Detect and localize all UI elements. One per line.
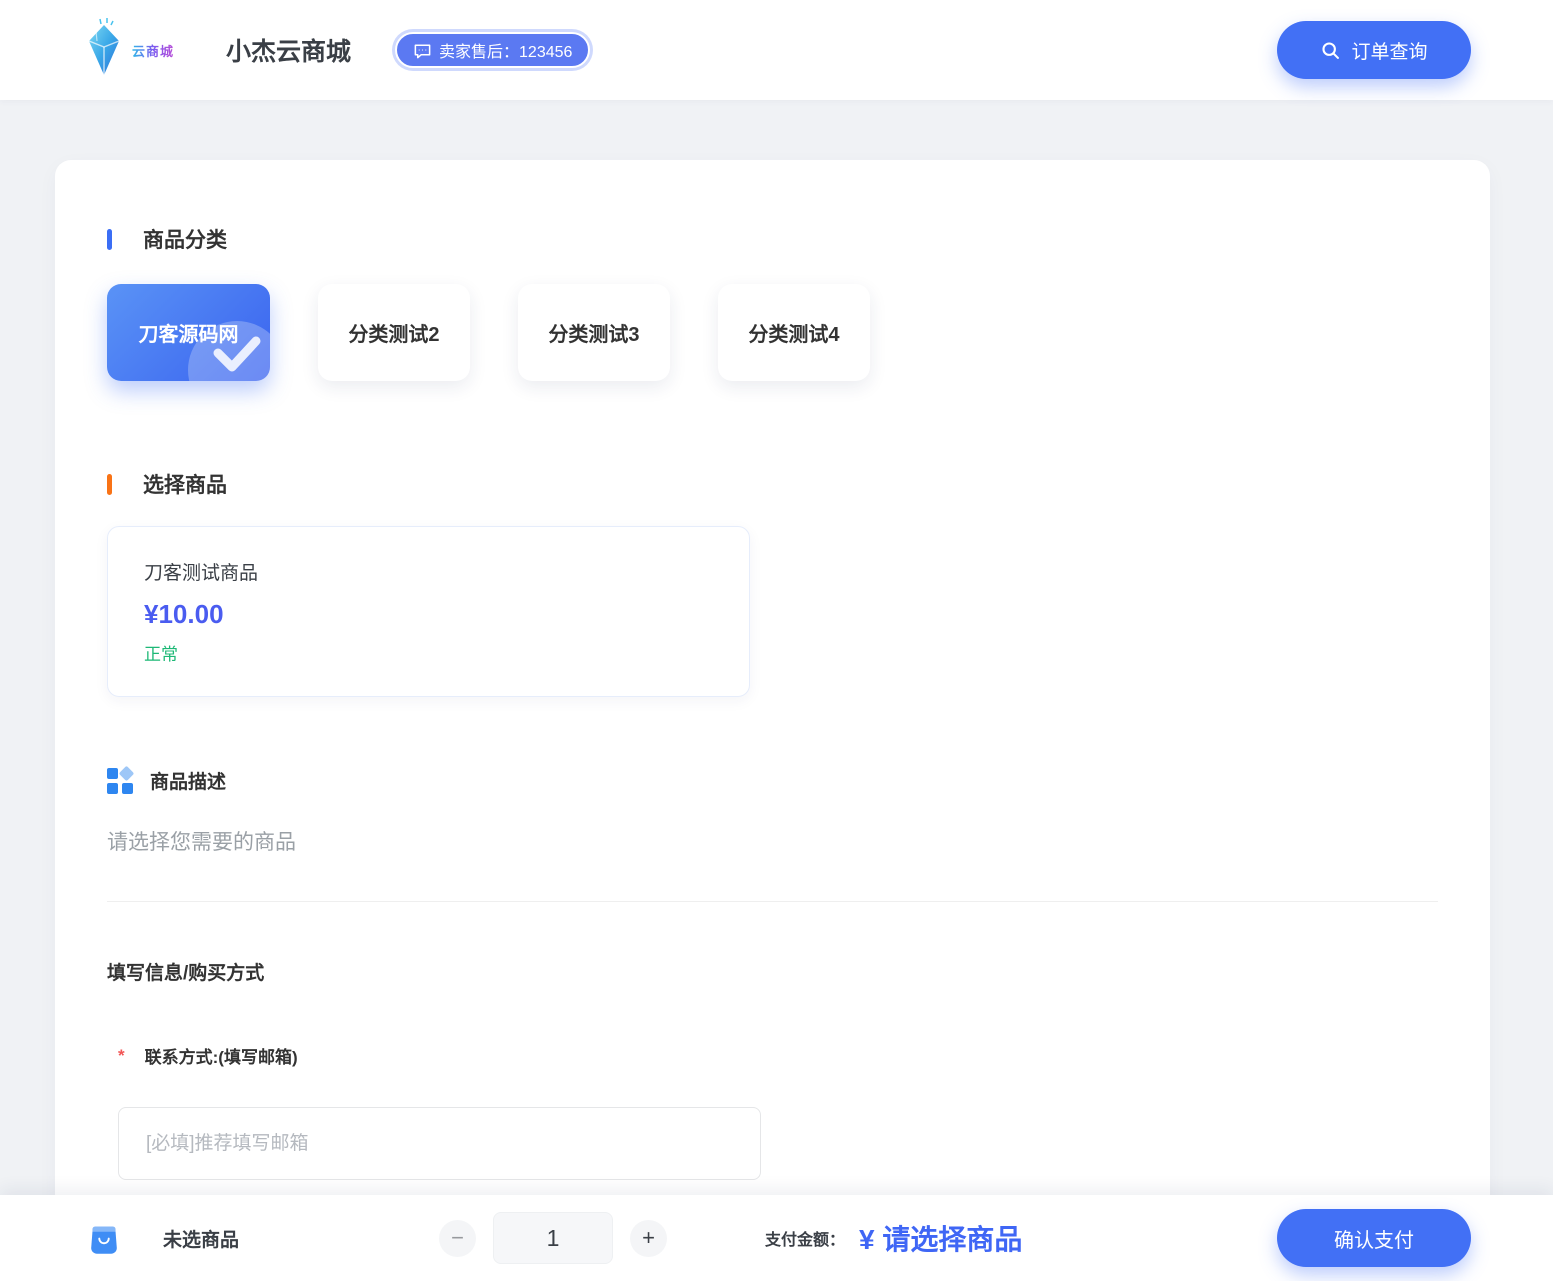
order-query-label: 订单查询 <box>1351 37 1427 64</box>
category-item-selected[interactable]: 刀客源码网 <box>107 284 270 381</box>
category-item[interactable]: 分类测试4 <box>718 284 870 381</box>
section-bar-orange <box>107 474 112 495</box>
chat-bubble-icon <box>413 41 432 60</box>
description-section: 商品描述 请选择您需要的商品 <box>107 767 1438 902</box>
category-label: 刀客源码网 <box>139 324 239 346</box>
shopping-bag-icon <box>83 1217 125 1259</box>
product-price: ¥10.00 <box>144 599 713 630</box>
product-name: 刀客测试商品 <box>144 558 713 585</box>
contact-field-label-row: * 联系方式:(填写邮箱) <box>118 1043 1438 1068</box>
category-section-title: 商品分类 <box>143 224 227 254</box>
contact-field-label: 联系方式:(填写邮箱) <box>145 1043 298 1068</box>
product-card[interactable]: 刀客测试商品 ¥10.00 正常 <box>107 526 750 697</box>
section-bar-blue <box>107 229 112 250</box>
payment-amount-value: ¥ 请选择商品 <box>859 1218 1022 1258</box>
quantity-value[interactable]: 1 <box>493 1212 613 1264</box>
description-section-header: 商品描述 <box>107 767 1438 794</box>
payment-amount-label: 支付金额： <box>765 1226 845 1250</box>
seller-support-badge[interactable]: 卖家售后：123456 <box>395 32 590 68</box>
category-label: 分类测试2 <box>348 324 439 346</box>
category-list: 刀客源码网 分类测试2 分类测试3 分类测试4 <box>107 284 1438 381</box>
search-icon <box>1320 40 1341 61</box>
section-divider <box>107 901 1438 902</box>
confirm-pay-button[interactable]: 确认支付 <box>1277 1209 1471 1267</box>
main-card: 商品分类 刀客源码网 分类测试2 分类测试3 分类测试4 选择商品 刀客测试商品 <box>55 160 1490 1281</box>
grid-squares-icon <box>107 768 133 794</box>
category-label: 分类测试4 <box>748 324 839 346</box>
contact-email-input[interactable] <box>118 1107 761 1180</box>
form-section-title: 填写信息/购买方式 <box>107 958 1438 985</box>
page-title: 小杰云商城 <box>226 32 351 68</box>
product-section: 选择商品 刀客测试商品 ¥10.00 正常 <box>107 469 1438 697</box>
gem-logo-icon <box>80 17 128 84</box>
category-section-header: 商品分类 <box>107 224 1438 254</box>
description-section-title: 商品描述 <box>150 767 226 794</box>
checkout-bar: 未选商品 − 1 + 支付金额： ¥ 请选择商品 确认支付 <box>0 1195 1553 1281</box>
product-section-title: 选择商品 <box>143 469 227 499</box>
payment-amount-group: 支付金额： ¥ 请选择商品 <box>765 1218 1022 1258</box>
product-section-header: 选择商品 <box>107 469 1438 499</box>
quantity-decrease-button[interactable]: − <box>439 1220 476 1257</box>
category-label: 分类测试3 <box>548 324 639 346</box>
required-asterisk: * <box>118 1046 125 1066</box>
quantity-stepper: − 1 + <box>439 1212 667 1264</box>
description-placeholder-text: 请选择您需要的商品 <box>107 826 1438 856</box>
header: 云商城 小杰云商城 卖家售后：123456 订单查询 <box>0 0 1553 100</box>
site-logo[interactable]: 云商城 <box>80 17 174 84</box>
purchase-form-section: 填写信息/购买方式 * 联系方式:(填写邮箱) 联系方式特别重要 可用来查询订单 <box>107 958 1438 1227</box>
cart-status-text: 未选商品 <box>163 1225 239 1252</box>
product-status-badge: 正常 <box>144 640 713 665</box>
category-item[interactable]: 分类测试2 <box>318 284 470 381</box>
seller-support-text: 卖家售后：123456 <box>439 38 572 62</box>
order-query-button[interactable]: 订单查询 <box>1277 21 1471 79</box>
category-item[interactable]: 分类测试3 <box>518 284 670 381</box>
quantity-increase-button[interactable]: + <box>630 1220 667 1257</box>
logo-wordmark: 云商城 <box>132 41 174 60</box>
